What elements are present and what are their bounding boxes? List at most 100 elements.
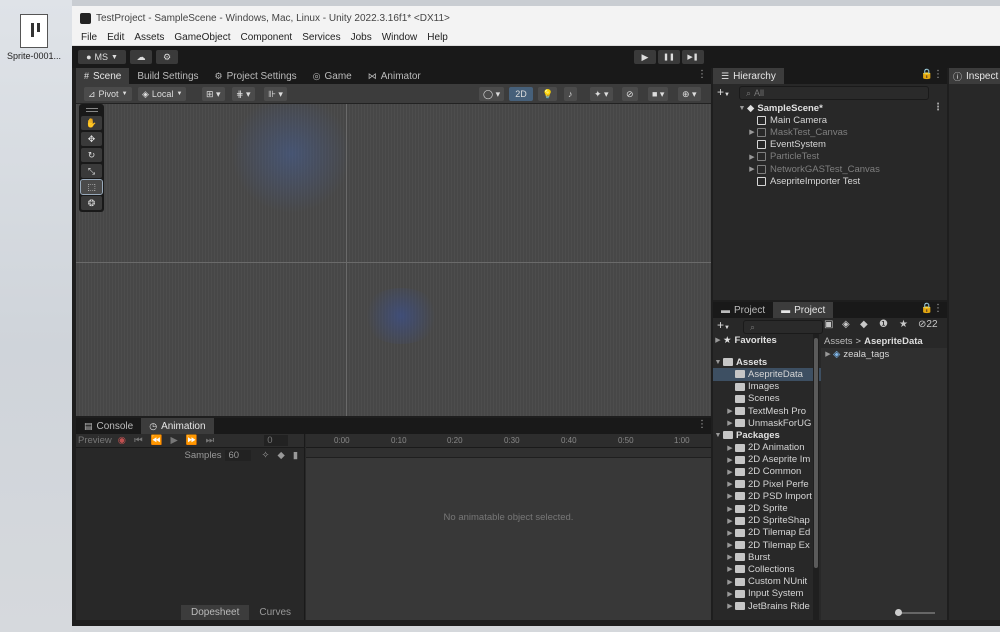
lock-icon[interactable]: 🔒 — [921, 303, 933, 314]
kebab-menu-icon[interactable]: ⋮ — [933, 69, 943, 80]
package-row[interactable]: ▶ 2D Common — [713, 466, 821, 478]
menu-help[interactable]: Help — [422, 32, 453, 43]
drag-handle-icon[interactable] — [81, 106, 102, 114]
assets-row[interactable]: ▼ Assets — [713, 356, 821, 368]
menu-edit[interactable]: Edit — [102, 32, 129, 43]
tab-animator[interactable]: ⋈ Animator — [360, 68, 429, 84]
project-search-input[interactable]: ⌕ — [743, 320, 823, 334]
audio-toggle[interactable]: ♪ — [564, 87, 577, 101]
hierarchy-scene-row[interactable]: ▼ ◆ SampleScene* ⋮ — [737, 102, 947, 114]
tab-console[interactable]: ▤ Console — [76, 418, 141, 434]
icon-size-slider[interactable] — [895, 609, 935, 616]
toggle-2d-button[interactable]: 2D — [509, 87, 533, 101]
last-key-button[interactable]: ⏭ — [206, 435, 215, 446]
tab-project[interactable]: ▬ Project — [773, 302, 834, 318]
folder-row[interactable]: Scenes — [713, 393, 821, 405]
kebab-menu-icon[interactable]: ⋮ — [697, 69, 707, 80]
scale-tool-button[interactable]: ⤡ — [81, 164, 102, 178]
samples-field[interactable]: 60 — [225, 449, 252, 461]
increment-snap-button[interactable]: ⋕ ▾ — [232, 87, 255, 101]
star-icon[interactable]: ★ — [899, 319, 908, 330]
package-row[interactable]: ▶ 2D Aseprite Im — [713, 454, 821, 466]
folder-tree-scrollbar[interactable] — [813, 334, 819, 620]
effects-dropdown[interactable]: ✦ ▾ — [590, 87, 613, 101]
menu-assets[interactable]: Assets — [129, 32, 169, 43]
vertex-snap-button[interactable]: ⊪ ▾ — [264, 87, 287, 101]
package-row[interactable]: ▶ Custom NUnit — [713, 576, 821, 588]
package-row[interactable]: ▶ 2D PSD Import — [713, 490, 821, 502]
scene-viewport[interactable]: ✋ ✥ ↻ ⤡ ⬚ ❂ — [76, 104, 711, 416]
packages-row[interactable]: ▼ Packages — [713, 429, 821, 441]
preview-button[interactable]: Preview — [78, 435, 112, 446]
hand-tool-button[interactable]: ✋ — [81, 116, 102, 130]
record-button[interactable]: ◉ — [118, 435, 126, 446]
account-button[interactable]: ● MS ▼ — [78, 50, 126, 64]
tab-dopesheet[interactable]: Dopesheet — [181, 605, 250, 620]
kebab-menu-icon[interactable]: ⋮ — [697, 419, 707, 430]
menu-services[interactable]: Services — [297, 32, 345, 43]
first-key-button[interactable]: ⏮ — [134, 435, 143, 446]
alert-icon[interactable]: ❶ — [879, 319, 888, 330]
menu-gameobject[interactable]: GameObject — [169, 32, 235, 43]
search-by-type-icon[interactable]: ▣ — [824, 319, 833, 330]
lighting-toggle[interactable]: 💡 — [538, 87, 558, 101]
cloud-button[interactable]: ☁ — [130, 50, 152, 64]
package-row[interactable]: ▶ 2D Animation — [713, 442, 821, 454]
hierarchy-item[interactable]: ▶ ParticleTest — [737, 151, 947, 163]
prev-key-button[interactable]: ⏪ — [151, 435, 163, 446]
scrollbar-thumb[interactable] — [814, 338, 818, 568]
menu-jobs[interactable]: Jobs — [346, 32, 377, 43]
grid-snap-button[interactable]: ⊞ ▾ — [202, 87, 225, 101]
frame-field[interactable]: 0 — [264, 435, 289, 446]
package-row[interactable]: ▶ 2D Tilemap Ex — [713, 539, 821, 551]
add-event-icon[interactable]: ◆ — [277, 450, 284, 461]
kebab-menu-icon[interactable]: ⋮ — [933, 102, 943, 113]
add-keyframe-icon[interactable]: ✧ — [261, 450, 269, 461]
tab-scene[interactable]: # Scene — [76, 68, 130, 84]
hierarchy-item[interactable]: ▶ NetworkGASTest_Canvas — [737, 163, 947, 175]
create-button[interactable]: +▼ — [717, 318, 730, 332]
collab-button[interactable]: ⚙ — [156, 50, 178, 64]
menu-component[interactable]: Component — [236, 32, 298, 43]
pause-button[interactable]: ❚❚ — [658, 50, 680, 64]
favorites-row[interactable]: ▶ ★ Favorites — [713, 334, 821, 346]
tab-hierarchy[interactable]: ☰ Hierarchy — [713, 68, 784, 84]
menu-window[interactable]: Window — [377, 32, 423, 43]
hidden-packages-button[interactable]: ⊘22 — [918, 319, 938, 330]
animation-timeline[interactable]: 0:00 0:10 0:20 0:30 0:40 0:50 1:00 No an… — [306, 434, 711, 620]
step-button[interactable]: ▶❚ — [682, 50, 704, 64]
timeline-ruler[interactable]: 0:00 0:10 0:20 0:30 0:40 0:50 1:00 — [306, 434, 711, 448]
hidden-objects-toggle[interactable]: ⊘ — [622, 87, 638, 101]
tab-build-settings[interactable]: Build Settings — [129, 68, 206, 84]
package-row[interactable]: ▶ Collections — [713, 563, 821, 575]
folder-row[interactable]: ▶ TextMesh Pro — [713, 405, 821, 417]
hierarchy-item[interactable]: EventSystem — [737, 139, 947, 151]
tab-curves[interactable]: Curves — [249, 605, 301, 620]
move-tool-button[interactable]: ✥ — [81, 132, 102, 146]
menu-file[interactable]: File — [76, 32, 102, 43]
kebab-menu-icon[interactable]: ⋮ — [933, 303, 943, 314]
gizmos-dropdown[interactable]: ⊕ ▾ — [678, 87, 701, 101]
tab-animation[interactable]: ◷ Animation — [141, 418, 214, 434]
hierarchy-search-input[interactable]: ⌕ All — [739, 86, 929, 100]
tag-icon[interactable]: ◆ — [860, 319, 868, 330]
add-button[interactable]: +▼ — [717, 85, 730, 99]
pivot-dropdown[interactable]: ⊿ Pivot ▼ — [84, 87, 132, 101]
desktop-file-icon[interactable]: Sprite-0001... — [6, 14, 62, 61]
hierarchy-item[interactable]: Main Camera — [737, 114, 947, 126]
tab-project-inactive[interactable]: ▬ Project — [713, 302, 773, 318]
camera-dropdown[interactable]: ■ ▾ — [648, 87, 669, 101]
local-dropdown[interactable]: ◈ Local ▼ — [138, 87, 187, 101]
transform-tool-button[interactable]: ❂ — [81, 196, 102, 210]
tab-project-settings[interactable]: ⚙ Project Settings — [207, 68, 305, 84]
event-track[interactable] — [306, 448, 711, 458]
package-row[interactable]: ▶ 2D SpriteShap — [713, 515, 821, 527]
lock-icon[interactable]: 🔒 — [921, 69, 933, 80]
package-row[interactable]: ▶ 2D Sprite — [713, 502, 821, 514]
breadcrumb-current[interactable]: AsepriteData — [864, 336, 923, 347]
filter-by-label-icon[interactable]: ◈ — [842, 319, 850, 330]
tab-inspector[interactable]: ⓘ Inspect — [949, 68, 1000, 84]
asset-item[interactable]: ▶ ◈ zeala_tags — [821, 348, 947, 360]
hierarchy-item[interactable]: ▶ MaskTest_Canvas — [737, 126, 947, 138]
package-row[interactable]: ▶JetBrains Ride▼ — [713, 600, 821, 612]
